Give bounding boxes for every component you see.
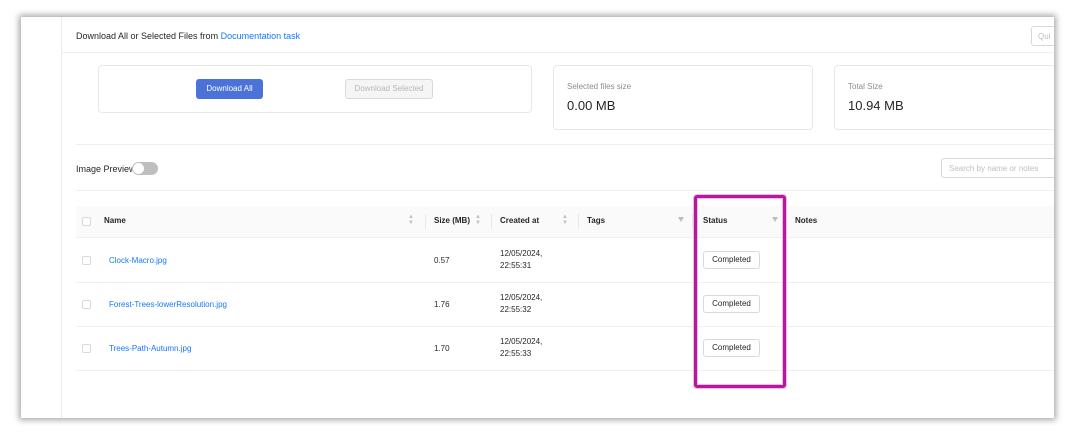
image-preview-label: Image Preview <box>76 164 136 174</box>
created-date: 12/05/2024, <box>500 249 543 258</box>
file-size: 0.57 <box>434 256 450 265</box>
table-row: Trees-Path-Autumn.jpg 1.70 12/05/2024, 2… <box>76 326 1054 371</box>
created-date: 12/05/2024, <box>500 337 543 346</box>
download-selected-button[interactable]: Download Selected <box>345 79 433 99</box>
column-separator <box>425 214 426 229</box>
filter-tags-icon[interactable] <box>678 217 684 222</box>
status-column-highlight <box>694 195 786 388</box>
total-size-value: 10.94 MB <box>848 98 904 113</box>
created-time: 22:55:31 <box>500 261 532 270</box>
title-prefix: Download All or Selected Files from <box>76 31 219 41</box>
file-name-link[interactable]: Forest-Trees-lowerResolution.jpg <box>109 300 227 309</box>
table-row: Clock-Macro.jpg 0.57 12/05/2024, 22:55:3… <box>76 238 1054 283</box>
row-checkbox[interactable] <box>82 344 91 353</box>
file-size: 1.76 <box>434 300 450 309</box>
download-actions-card <box>98 65 532 113</box>
column-separator <box>692 214 693 229</box>
row-checkbox[interactable] <box>82 256 91 265</box>
created-at: 12/05/2024, 22:55:31 <box>500 248 542 272</box>
toolbar-divider <box>76 190 1054 191</box>
toggle-knob <box>133 163 144 174</box>
table-row: Forest-Trees-lowerResolution.jpg 1.76 12… <box>76 282 1054 327</box>
stats-divider <box>76 144 1054 145</box>
panel-title: Download All or Selected Files from Docu… <box>76 31 300 41</box>
table-header: Name ▲ ▼ Size (MB) ▲ ▼ Created at ▲ ▼ Tags … <box>76 206 1054 238</box>
column-separator <box>578 214 579 229</box>
selected-size-value: 0.00 MB <box>567 98 616 113</box>
file-size: 1.70 <box>434 344 450 353</box>
download-files-panel: Download All or Selected Files from Docu… <box>21 17 1054 418</box>
sort-created-icon[interactable]: ▲ ▼ <box>562 214 568 226</box>
selected-size-label: Selected files size <box>567 82 632 91</box>
row-checkbox[interactable] <box>82 300 91 309</box>
column-notes: Notes <box>795 216 818 225</box>
created-time: 22:55:32 <box>500 305 532 314</box>
column-tags: Tags <box>587 216 606 225</box>
task-link[interactable]: Documentation task <box>221 31 301 41</box>
download-all-button[interactable]: Download All <box>196 79 263 99</box>
column-created[interactable]: Created at <box>500 216 539 225</box>
search-input[interactable]: Search by name or notes <box>941 158 1054 178</box>
image-preview-toggle[interactable] <box>132 162 158 175</box>
file-name-link[interactable]: Trees-Path-Autumn.jpg <box>109 344 191 353</box>
created-at: 12/05/2024, 22:55:33 <box>500 336 542 360</box>
created-at: 12/05/2024, 22:55:32 <box>500 292 542 316</box>
column-size[interactable]: Size (MB) <box>434 216 470 225</box>
column-name[interactable]: Name <box>104 216 126 225</box>
sort-size-icon[interactable]: ▲ ▼ <box>475 214 481 226</box>
select-all-checkbox[interactable] <box>82 217 91 226</box>
quick-input[interactable]: Qui <box>1031 26 1054 46</box>
left-divider <box>61 17 62 418</box>
created-date: 12/05/2024, <box>500 293 543 302</box>
total-size-label: Total Size <box>848 82 883 91</box>
file-name-link[interactable]: Clock-Macro.jpg <box>109 256 167 265</box>
column-separator <box>491 214 492 229</box>
sort-name-icon[interactable]: ▲ ▼ <box>408 214 414 226</box>
header-divider <box>62 52 1054 53</box>
created-time: 22:55:33 <box>500 349 532 358</box>
